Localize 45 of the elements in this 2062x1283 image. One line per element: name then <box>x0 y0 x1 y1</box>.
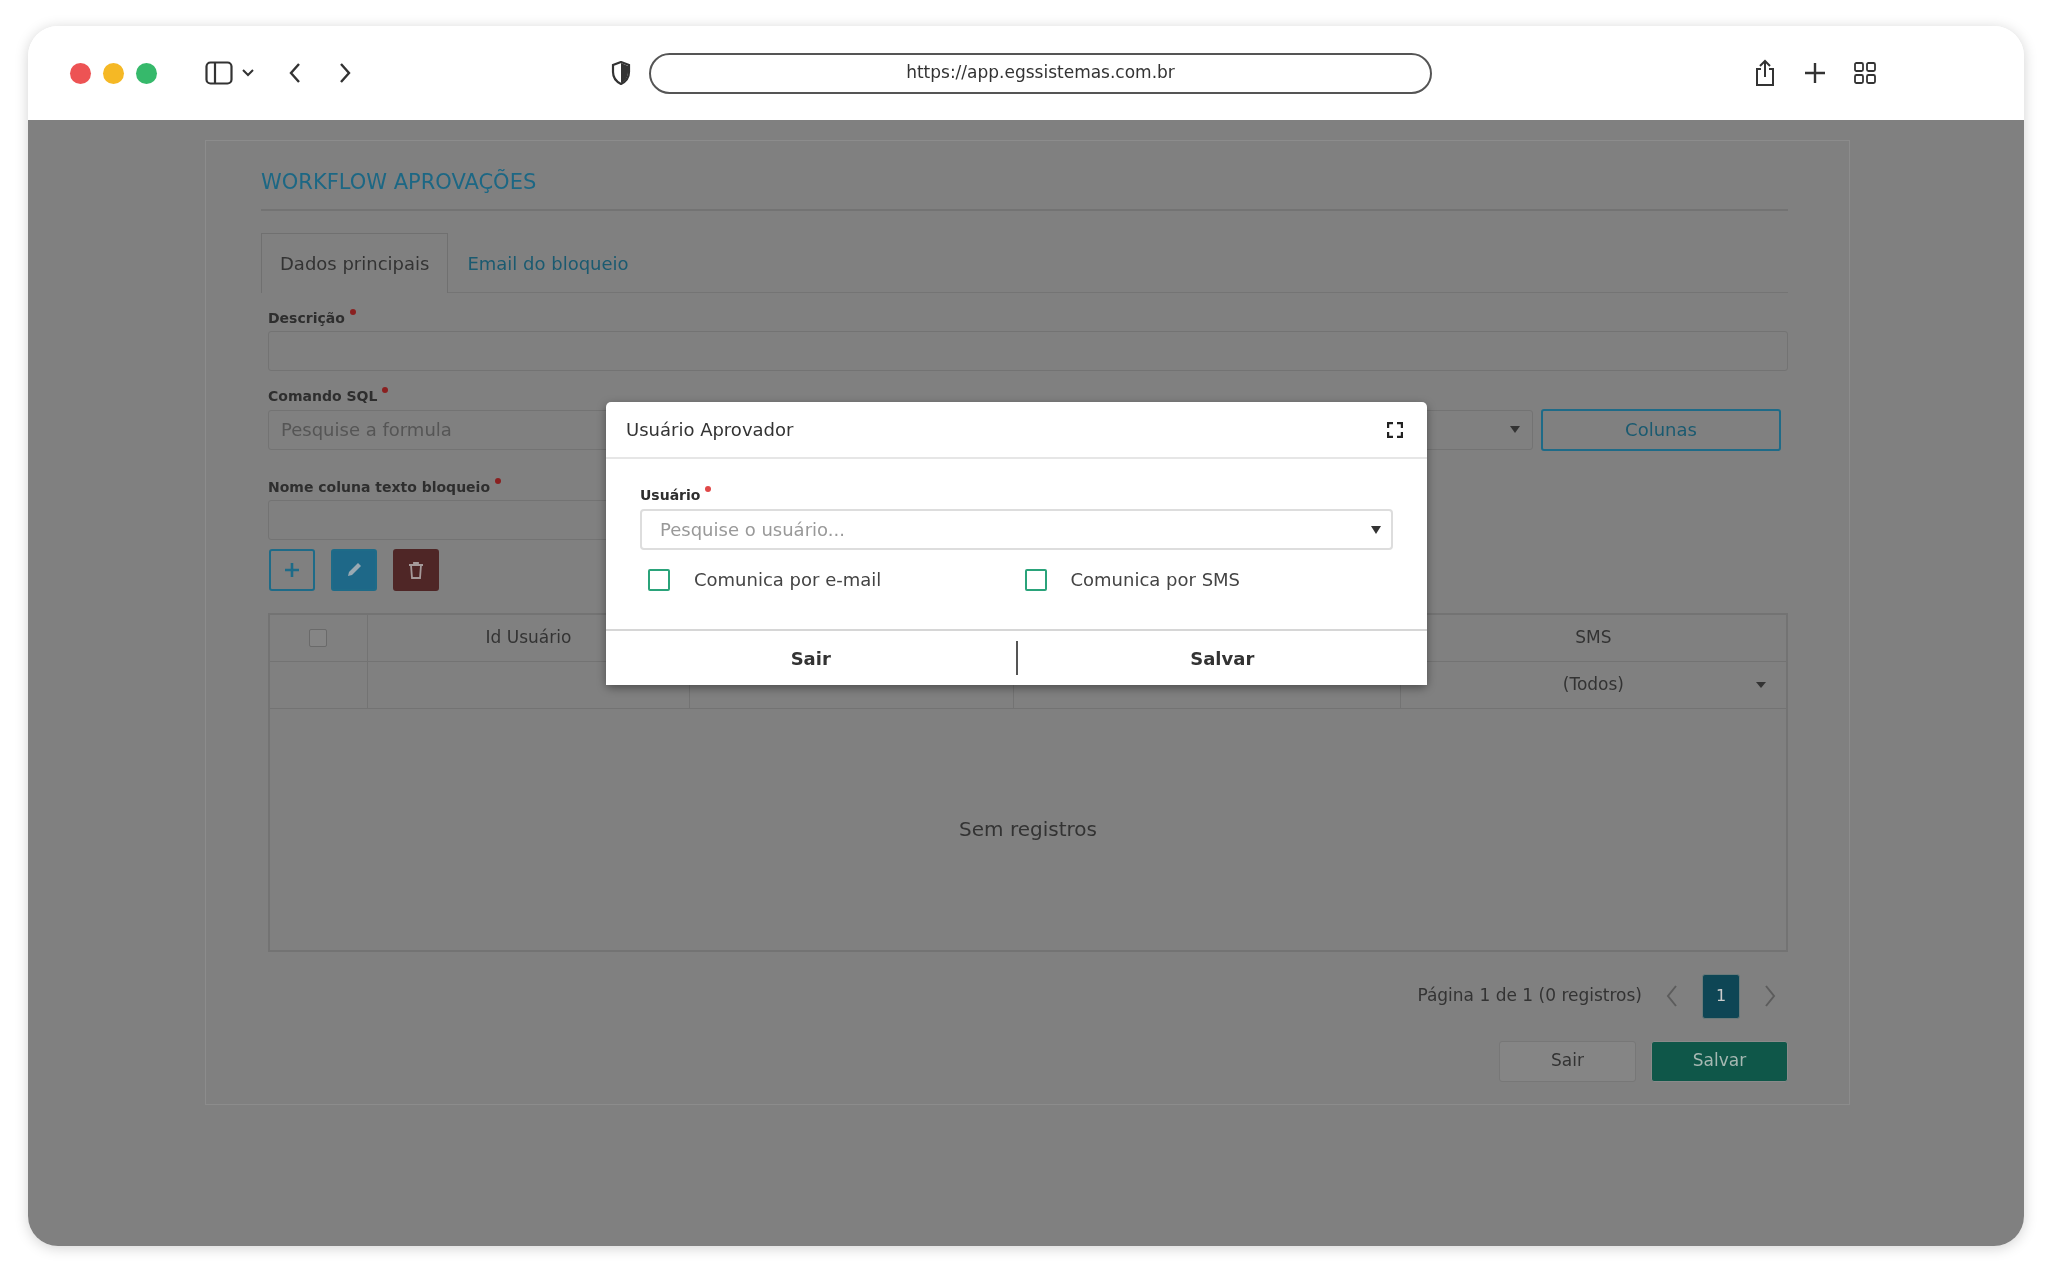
page-title: WORKFLOW APROVAÇÕES <box>261 157 1788 211</box>
chevron-down-icon[interactable] <box>242 69 254 77</box>
checkbox[interactable] <box>648 568 670 591</box>
fullscreen-icon[interactable] <box>1387 421 1403 438</box>
checkbox-label: Comunica por e-mail <box>694 568 882 592</box>
select-field[interactable]: Pesquise o usuário... <box>640 509 1393 550</box>
forward-icon[interactable] <box>339 63 351 83</box>
dropdown-arrow-icon <box>1371 525 1381 534</box>
field-label: Comando SQL <box>268 386 378 406</box>
exit-button[interactable]: Sair <box>1499 1040 1636 1082</box>
edit-button[interactable] <box>331 548 377 591</box>
dropdown-arrow-icon <box>1510 426 1520 433</box>
save-button[interactable]: Salvar <box>1651 1040 1788 1082</box>
plus-icon <box>284 561 300 578</box>
dropdown-arrow-icon <box>1756 681 1766 688</box>
tab[interactable]: Email do bloqueio <box>448 232 648 293</box>
tab[interactable]: Dados principais <box>261 232 449 293</box>
field-label: Usuário <box>640 486 701 505</box>
close-window-button[interactable] <box>70 62 91 84</box>
select-all-checkbox[interactable] <box>309 628 328 647</box>
columns-button[interactable]: Colunas <box>1541 408 1781 451</box>
pencil-icon <box>345 560 363 579</box>
field-label: Descrição <box>268 308 345 328</box>
checkbox-label: Comunica por SMS <box>1070 568 1241 592</box>
page-button[interactable]: 1 <box>1702 973 1740 1019</box>
shield-icon <box>611 61 631 85</box>
sidebar-icon[interactable] <box>205 61 233 85</box>
field-label: Nome coluna texto bloqueio <box>268 477 490 497</box>
exit-button[interactable]: Sair <box>606 631 1016 685</box>
trash-icon <box>408 560 424 579</box>
new-tab-icon[interactable] <box>1804 62 1826 84</box>
column-header[interactable]: SMS <box>1575 624 1612 651</box>
save-button[interactable]: Salvar <box>1017 631 1427 685</box>
dialog-title: Usuário Aprovador <box>626 418 794 442</box>
empty-message: Sem registros <box>959 816 1097 843</box>
back-icon[interactable] <box>289 63 301 83</box>
share-icon[interactable] <box>1754 59 1776 87</box>
pagination-summary: Página 1 de 1 (0 registros) <box>1417 984 1642 1008</box>
zoom-window-button[interactable] <box>136 62 157 84</box>
checkbox[interactable] <box>1024 568 1047 591</box>
address-bar[interactable]: https://app.egssistemas.com.br <box>649 52 1432 94</box>
tab-overview-icon[interactable] <box>1854 62 1876 84</box>
delete-button[interactable] <box>393 548 439 591</box>
minimize-window-button[interactable] <box>103 62 124 84</box>
column-header[interactable]: Id Usuário <box>485 624 572 651</box>
